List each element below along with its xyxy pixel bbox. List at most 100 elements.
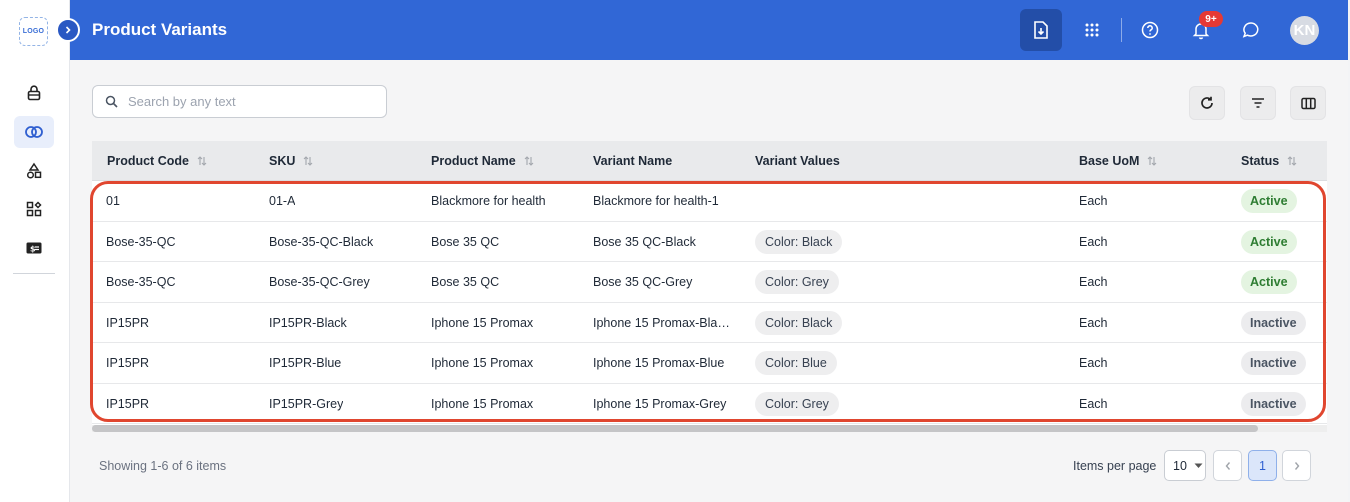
status-badge: Inactive <box>1241 310 1306 335</box>
filter-icon <box>1252 98 1264 108</box>
cell-variant-name: Iphone 15 Promax-Bla… <box>593 315 730 330</box>
table-header: Product Code SKU Product Name Variant Na… <box>92 141 1327 181</box>
prev-page-button[interactable] <box>1213 450 1242 481</box>
grid-plus-icon <box>26 201 42 217</box>
table-row[interactable]: Bose-35-QC Bose-35-QC-Grey Bose 35 QC Bo… <box>92 262 1327 303</box>
cell-variant-name: Iphone 15 Promax-Grey <box>593 396 727 411</box>
variant-value-chip: Color: Blue <box>755 351 837 375</box>
cell-base-uom: Each <box>1079 396 1108 411</box>
lock-icon <box>27 85 41 101</box>
caret-down-icon <box>1194 463 1203 468</box>
pagination-summary: Showing 1-6 of 6 items <box>99 459 227 473</box>
cell-product-code: IP15PR <box>106 315 150 330</box>
cell-variant-name: Bose 35 QC-Black <box>593 234 696 249</box>
cell-product-name: Blackmore for health <box>431 194 546 208</box>
sort-icon[interactable] <box>1287 155 1297 167</box>
table-row[interactable]: IP15PR IP15PR-Blue Iphone 15 Promax Ipho… <box>92 343 1327 384</box>
status-badge: Inactive <box>1241 351 1306 375</box>
sort-icon[interactable] <box>197 155 207 167</box>
search-icon <box>105 95 118 108</box>
apps-button[interactable] <box>1072 10 1112 50</box>
cell-sku: 01-A <box>269 194 296 208</box>
next-page-button[interactable] <box>1282 450 1311 481</box>
chat-button[interactable] <box>1231 10 1271 50</box>
sidebar-item-variants[interactable] <box>14 116 54 148</box>
filter-button[interactable] <box>1240 86 1276 120</box>
variant-value-chip: Color: Black <box>755 310 843 335</box>
user-avatar[interactable]: KN <box>1290 16 1319 45</box>
column-header-base-uom[interactable]: Base UoM <box>1079 141 1157 181</box>
cell-variant-name: Blackmore for health-1 <box>593 194 719 208</box>
cell-product-name: Iphone 15 Promax <box>431 315 534 330</box>
variant-value-chip: Color: Grey <box>755 270 839 294</box>
cell-base-uom: Each <box>1079 234 1108 249</box>
cell-product-code: IP15PR <box>106 356 150 370</box>
horizontal-scrollbar-thumb[interactable] <box>92 425 1258 432</box>
notification-badge: 9+ <box>1199 11 1223 27</box>
column-header-status[interactable]: Status <box>1241 141 1297 181</box>
status-badge: Active <box>1241 229 1297 254</box>
help-button[interactable] <box>1130 10 1170 50</box>
cell-sku: Bose-35-QC-Black <box>269 234 374 249</box>
cell-sku: IP15PR-Black <box>269 315 347 330</box>
header-separator <box>1121 18 1122 42</box>
variants-table: Product Code SKU Product Name Variant Na… <box>92 141 1327 425</box>
cell-product-code: Bose-35-QC <box>106 234 176 249</box>
items-per-page-select[interactable]: 10 <box>1164 450 1206 481</box>
chevron-right-icon <box>1294 461 1299 470</box>
sort-icon[interactable] <box>303 155 313 167</box>
sidebar-item-lock[interactable] <box>14 77 54 109</box>
column-header-product-code[interactable]: Product Code <box>107 141 207 181</box>
cell-product-code: 01 <box>106 194 120 208</box>
sort-icon[interactable] <box>524 155 534 167</box>
cell-sku: IP15PR-Grey <box>269 396 344 411</box>
cell-base-uom: Each <box>1079 194 1108 208</box>
cell-product-name: Bose 35 QC <box>431 234 500 249</box>
sidebar: LOGO $ <box>0 0 70 502</box>
table-row[interactable]: Bose-35-QC Bose-35-QC-Black Bose 35 QC B… <box>92 221 1327 262</box>
sidebar-item-grid[interactable] <box>14 193 54 225</box>
cell-base-uom: Each <box>1079 356 1108 370</box>
cell-product-name: Bose 35 QC <box>431 275 500 289</box>
status-badge: Inactive <box>1241 391 1306 416</box>
page-title: Product Variants <box>92 20 228 39</box>
cell-product-name: Iphone 15 Promax <box>431 396 534 411</box>
chat-icon <box>1242 22 1259 38</box>
cell-sku: IP15PR-Blue <box>269 356 342 370</box>
table-row[interactable]: IP15PR IP15PR-Grey Iphone 15 Promax Ipho… <box>92 383 1327 424</box>
table-row[interactable]: IP15PR IP15PR-Black Iphone 15 Promax Iph… <box>92 302 1327 343</box>
column-header-variant-values[interactable]: Variant Values <box>755 141 840 181</box>
file-download-icon <box>1034 21 1048 39</box>
cell-product-code: Bose-35-QC <box>106 275 176 289</box>
chevron-right-icon <box>65 26 71 34</box>
column-header-variant-name[interactable]: Variant Name <box>593 141 672 181</box>
search-input[interactable] <box>128 94 378 109</box>
column-header-sku[interactable]: SKU <box>269 141 313 181</box>
sidebar-item-finance[interactable]: $ <box>14 232 54 264</box>
columns-button[interactable] <box>1290 86 1326 120</box>
cell-sku: Bose-35-QC-Grey <box>269 275 370 289</box>
cell-base-uom: Each <box>1079 315 1108 330</box>
chevron-left-icon <box>1225 461 1230 470</box>
cell-product-name: Iphone 15 Promax <box>431 356 534 370</box>
sidebar-toggle-button[interactable] <box>56 18 80 42</box>
items-per-page-value: 10 <box>1173 458 1187 473</box>
sort-icon[interactable] <box>1147 155 1157 167</box>
cell-variant-name: Bose 35 QC-Grey <box>593 275 693 289</box>
table-row[interactable]: 01 01-A Blackmore for health Blackmore f… <box>92 181 1327 222</box>
columns-icon <box>1300 97 1316 109</box>
column-header-product-name[interactable]: Product Name <box>431 141 534 181</box>
search-box[interactable] <box>92 85 387 118</box>
help-icon <box>1141 21 1159 39</box>
sidebar-item-shapes[interactable] <box>14 155 54 187</box>
download-button[interactable] <box>1020 9 1062 51</box>
logo: LOGO <box>19 17 48 46</box>
items-per-page-label: Items per page <box>1073 459 1157 473</box>
page-button-1[interactable]: 1 <box>1248 450 1277 481</box>
refresh-icon <box>1201 96 1213 109</box>
sidebar-divider <box>13 273 55 274</box>
cell-product-code: IP15PR <box>106 396 150 411</box>
refresh-button[interactable] <box>1189 86 1225 120</box>
currency-icon: $ <box>26 242 42 254</box>
cell-base-uom: Each <box>1079 275 1108 289</box>
